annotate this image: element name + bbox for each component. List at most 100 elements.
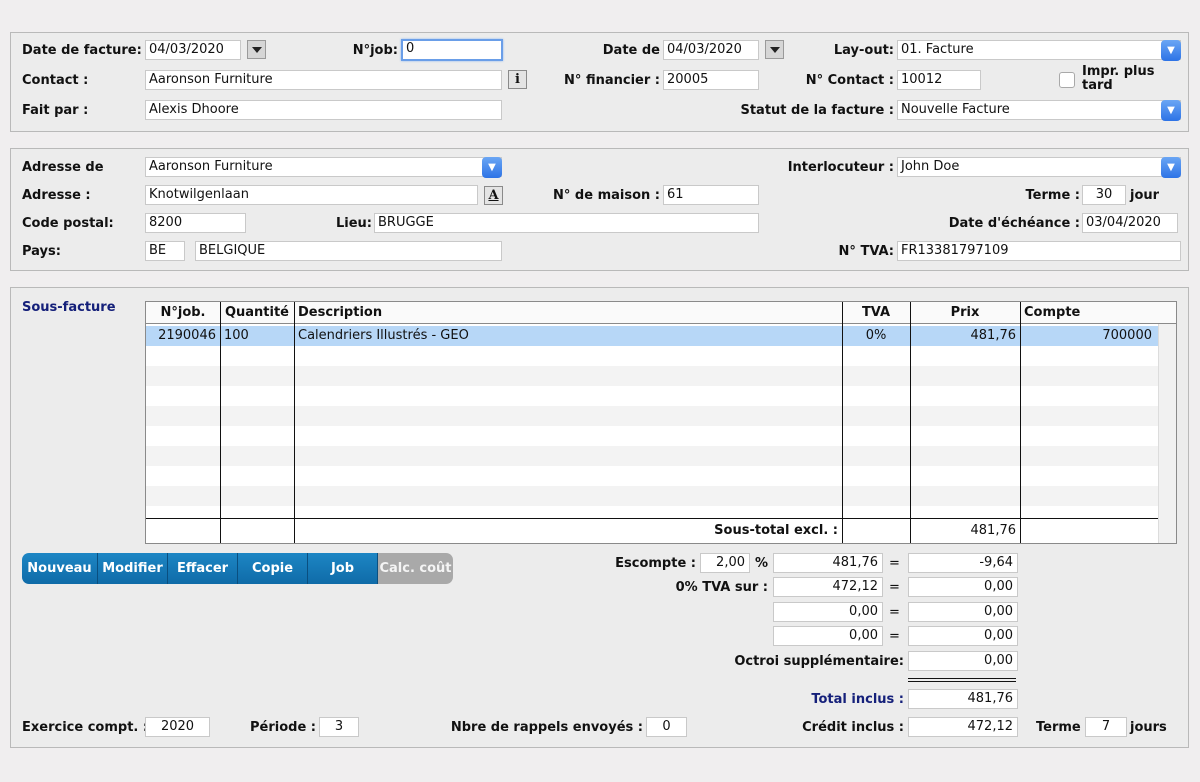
table-row-empty[interactable] bbox=[146, 346, 1158, 366]
ncontact-label: N° Contact : bbox=[805, 73, 894, 88]
col-header-tva[interactable]: TVA bbox=[842, 302, 910, 324]
total-inclus-value: 481,76 bbox=[908, 689, 1018, 709]
terme-label: Terme : bbox=[1025, 188, 1080, 203]
col-header-njob[interactable]: N°job. bbox=[146, 302, 220, 324]
escompte-value: -9,64 bbox=[908, 553, 1018, 573]
echeance-field[interactable]: 03/04/2020 bbox=[1082, 213, 1178, 233]
pays-field[interactable]: BELGIQUE bbox=[195, 241, 502, 261]
interlocuteur-chevron-down-icon[interactable]: ▼ bbox=[1161, 157, 1181, 178]
njob-label: N°job: bbox=[352, 43, 398, 58]
exercice-label: Exercice compt. : bbox=[22, 720, 149, 735]
njob-field[interactable]: 0 bbox=[401, 39, 503, 61]
tva-field[interactable]: FR13381797109 bbox=[897, 241, 1181, 261]
effacer-button[interactable]: Effacer bbox=[168, 553, 238, 584]
modifier-button[interactable]: Modifier bbox=[98, 553, 168, 584]
table-scrollbar[interactable] bbox=[1158, 324, 1176, 543]
rappels-field[interactable]: 0 bbox=[646, 717, 687, 737]
credit-jours-label: jours bbox=[1130, 720, 1167, 735]
sous-facture-table: N°job. Quantité Description TVA Prix Com… bbox=[145, 301, 1177, 544]
date-facture-label: Date de facture: bbox=[22, 43, 142, 58]
escompte-pct-field[interactable]: 2,00 bbox=[700, 553, 750, 573]
date-de-dropdown-icon[interactable] bbox=[765, 40, 784, 59]
fait-par-label: Fait par : bbox=[22, 103, 89, 118]
job-button[interactable]: Job bbox=[308, 553, 378, 584]
tax-line4-value: 0,00 bbox=[908, 626, 1018, 646]
table-row-empty[interactable] bbox=[146, 386, 1158, 406]
adresse-field[interactable]: Knotwilgenlaan bbox=[145, 185, 478, 205]
credit-inclus-value: 472,12 bbox=[908, 717, 1018, 737]
echeance-label: Date d'échéance : bbox=[948, 216, 1080, 231]
pays-code-field[interactable]: BE bbox=[145, 241, 185, 261]
equals-sign: = bbox=[889, 580, 900, 595]
terme-field[interactable]: 30 bbox=[1082, 185, 1126, 205]
nfinancier-label: N° financier : bbox=[564, 73, 660, 88]
date-facture-dropdown-icon[interactable] bbox=[247, 40, 266, 59]
code-postal-field[interactable]: 8200 bbox=[145, 213, 246, 233]
col-header-prix[interactable]: Prix bbox=[910, 302, 1020, 324]
escompte-base: 481,76 bbox=[773, 553, 883, 573]
adresse-label: Adresse : bbox=[22, 188, 91, 203]
statut-chevron-down-icon[interactable]: ▼ bbox=[1161, 100, 1181, 121]
col-header-compte[interactable]: Compte bbox=[1020, 302, 1176, 324]
date-de-field[interactable]: 04/03/2020 bbox=[663, 40, 759, 60]
table-row-empty[interactable] bbox=[146, 466, 1158, 486]
credit-terme-field[interactable]: 7 bbox=[1085, 717, 1127, 737]
date-de-label: Date de bbox=[602, 43, 660, 58]
nfinancier-field[interactable]: 20005 bbox=[663, 70, 759, 90]
rappels-label: Nbre de rappels envoyés : bbox=[450, 720, 643, 735]
equals-sign: = bbox=[889, 629, 900, 644]
contact-field[interactable]: Aaronson Furniture bbox=[145, 70, 502, 90]
octroi-field[interactable]: 0,00 bbox=[908, 651, 1018, 671]
info-icon[interactable]: i bbox=[508, 70, 527, 89]
equals-sign: = bbox=[889, 556, 900, 571]
statut-label: Statut de la facture : bbox=[740, 103, 894, 118]
tva-label: N° TVA: bbox=[838, 244, 894, 259]
table-row-empty[interactable] bbox=[146, 446, 1158, 466]
date-facture-field[interactable]: 04/03/2020 bbox=[145, 40, 241, 60]
table-row-empty[interactable] bbox=[146, 426, 1158, 446]
periode-field[interactable]: 3 bbox=[319, 717, 359, 737]
nouveau-button[interactable]: Nouveau bbox=[22, 553, 98, 584]
table-row-empty[interactable] bbox=[146, 406, 1158, 426]
tax-line3-value: 0,00 bbox=[908, 602, 1018, 622]
layout-label: Lay-out: bbox=[833, 43, 894, 58]
table-row-empty[interactable] bbox=[146, 486, 1158, 506]
col-header-description[interactable]: Description bbox=[294, 302, 842, 324]
interlocuteur-label: Interlocuteur : bbox=[787, 160, 894, 175]
copie-button[interactable]: Copie bbox=[238, 553, 308, 584]
credit-inclus-label: Crédit inclus : bbox=[802, 720, 904, 735]
col-divider bbox=[910, 302, 911, 543]
lieu-label: Lieu: bbox=[335, 216, 372, 231]
total-double-rule bbox=[908, 678, 1016, 682]
col-divider bbox=[842, 302, 843, 543]
lieu-field[interactable]: BRUGGE bbox=[374, 213, 759, 233]
table-row-empty[interactable] bbox=[146, 366, 1158, 386]
equals-sign: = bbox=[889, 605, 900, 620]
ncontact-field[interactable]: 10012 bbox=[897, 70, 981, 90]
tva0-value: 0,00 bbox=[908, 577, 1018, 597]
adresse-de-chevron-down-icon[interactable]: ▼ bbox=[482, 157, 502, 178]
col-header-quantite[interactable]: Quantité bbox=[220, 302, 294, 324]
adresse-de-select[interactable]: Aaronson Furniture bbox=[145, 157, 502, 177]
credit-terme-label: Terme bbox=[1036, 720, 1081, 735]
address-lookup-icon[interactable]: A bbox=[484, 186, 503, 205]
table-row[interactable]: 2190046 100 Calendriers Illustrés - GEO … bbox=[146, 326, 1158, 346]
cell-compte: 700000 bbox=[1102, 328, 1152, 343]
table-row-empty[interactable] bbox=[146, 506, 1158, 518]
layout-select[interactable]: 01. Facture bbox=[897, 40, 1181, 60]
subtotal-label: Sous-total excl. : bbox=[714, 523, 838, 538]
col-divider bbox=[1020, 302, 1021, 543]
layout-chevron-down-icon[interactable]: ▼ bbox=[1161, 40, 1181, 61]
interlocuteur-select[interactable]: John Doe bbox=[897, 157, 1181, 177]
fait-par-field[interactable]: Alexis Dhoore bbox=[145, 100, 502, 120]
impr-plus-tard-checkbox[interactable] bbox=[1059, 72, 1075, 88]
exercice-field[interactable]: 2020 bbox=[145, 717, 210, 737]
octroi-label: Octroi supplémentaire: bbox=[734, 654, 904, 669]
tva0-base: 472,12 bbox=[773, 577, 883, 597]
adresse-de-label: Adresse de bbox=[22, 160, 104, 175]
code-postal-label: Code postal: bbox=[22, 216, 114, 231]
nmaison-field[interactable]: 61 bbox=[663, 185, 759, 205]
subtotal-value: 481,76 bbox=[970, 523, 1017, 538]
contact-label: Contact : bbox=[22, 73, 89, 88]
statut-select[interactable]: Nouvelle Facture bbox=[897, 100, 1181, 120]
